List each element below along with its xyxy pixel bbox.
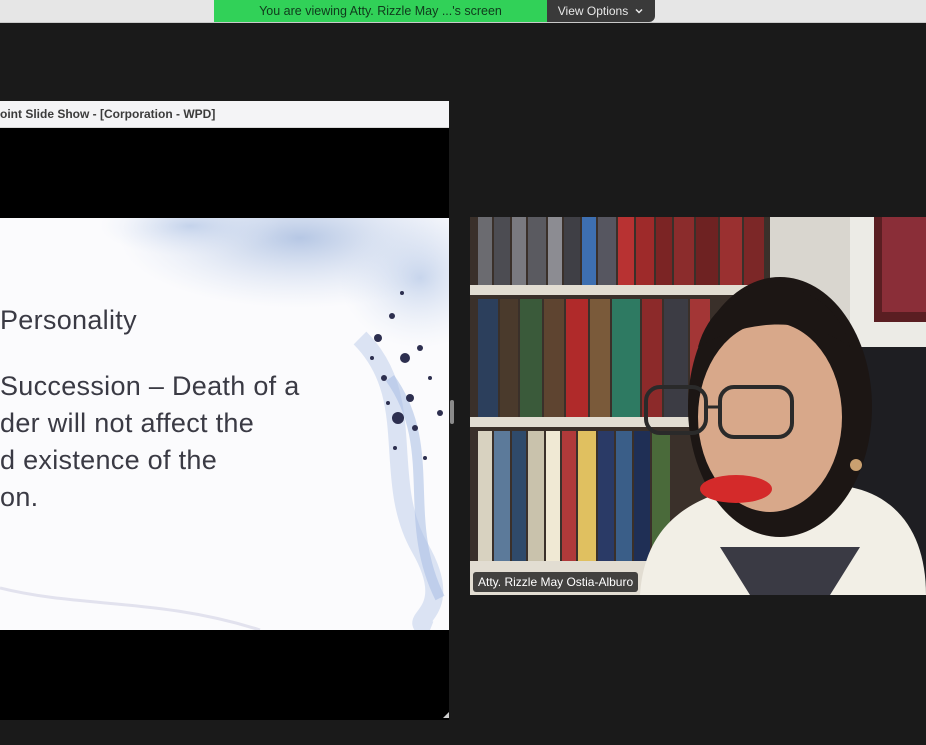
participant-name: Atty. Rizzle May Ostia-Alburo	[478, 575, 634, 589]
window-titlebar: oint Slide Show - [Corporation - WPD]	[0, 101, 449, 128]
shared-screen-window: oint Slide Show - [Corporation - WPD] Pe…	[0, 101, 449, 720]
presentation-slide: Personality Succession – Death of a der …	[0, 218, 449, 630]
slide-heading: Personality	[0, 305, 137, 335]
viewing-screen-text: You are viewing Atty. Rizzle May ...'s s…	[259, 4, 502, 18]
slide-body: Succession – Death of a der will not aff…	[0, 368, 300, 516]
chevron-down-icon	[635, 8, 643, 14]
slide-line: d existence of the	[0, 445, 218, 475]
video-feed-placeholder	[470, 217, 926, 595]
slide-line: on.	[0, 482, 39, 512]
slide-line: der will not affect the	[0, 408, 255, 438]
viewing-screen-banner: You are viewing Atty. Rizzle May ...'s s…	[214, 0, 547, 22]
window-resize-grip[interactable]	[443, 712, 449, 718]
participant-video[interactable]: Atty. Rizzle May Ostia-Alburo	[470, 217, 926, 595]
participant-name-label: Atty. Rizzle May Ostia-Alburo	[473, 572, 639, 592]
slide-line: Succession – Death of a	[0, 371, 300, 401]
view-options-label: View Options	[557, 4, 629, 18]
window-title: oint Slide Show - [Corporation - WPD]	[0, 107, 216, 121]
split-resize-handle[interactable]	[450, 400, 454, 424]
view-options-button[interactable]: View Options	[547, 0, 655, 22]
